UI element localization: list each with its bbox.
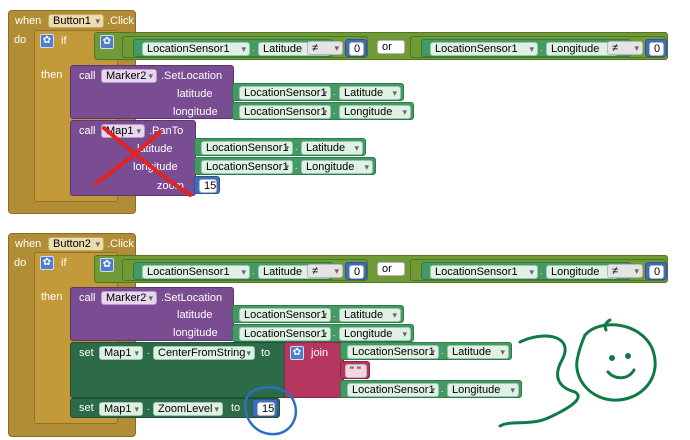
blue-circle-mark [243,385,298,436]
red-cross-mark [94,126,192,197]
annotation-overlay [94,126,657,436]
smiley-doodle [498,318,657,428]
